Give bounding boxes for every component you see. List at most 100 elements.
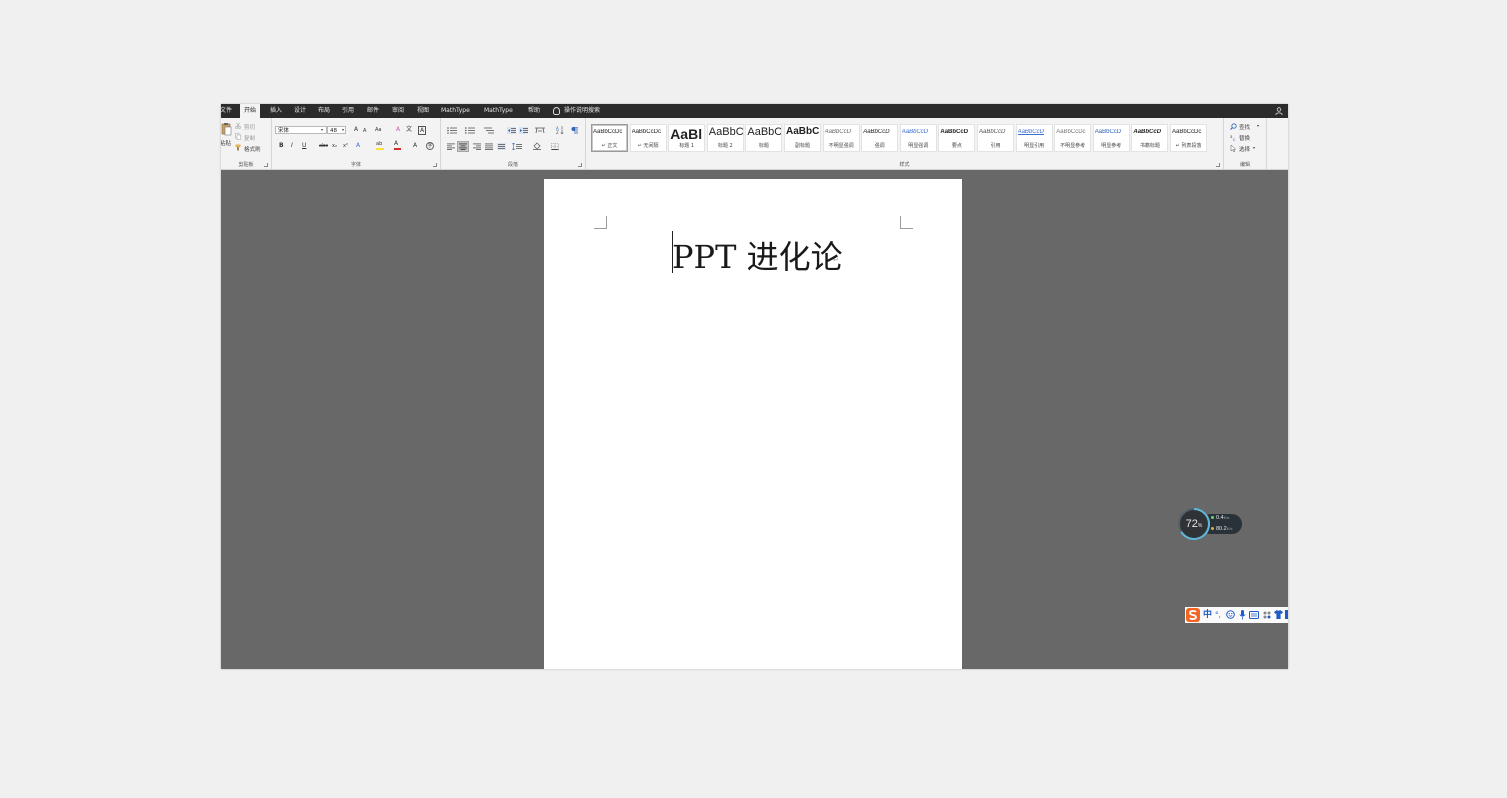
style-9[interactable]: AaBbCcD 要点	[938, 124, 976, 152]
style-0[interactable]: AaBbCcDc ↵ 正文	[591, 124, 628, 152]
styles-launcher[interactable]	[1216, 163, 1220, 167]
superscript-button[interactable]: x²	[343, 142, 348, 150]
select-dropdown-icon[interactable]: ▾	[1253, 145, 1255, 150]
tell-me-search[interactable]: 操作说明搜索	[553, 104, 600, 118]
line-spacing-icon[interactable]	[512, 143, 522, 150]
shading-icon[interactable]	[533, 142, 541, 150]
underline-button[interactable]: U	[302, 142, 306, 150]
increase-indent-icon[interactable]	[519, 127, 528, 134]
replace-button[interactable]: ac 替换	[1230, 133, 1264, 142]
grow-font-button[interactable]: A	[354, 126, 358, 134]
align-center-button[interactable]	[457, 141, 469, 152]
tab-review[interactable]: 审阅	[392, 104, 404, 118]
paragraph-launcher[interactable]	[578, 163, 582, 167]
align-left-icon[interactable]	[447, 143, 455, 150]
subscript-button[interactable]: x₂	[332, 142, 337, 150]
skin-shirt-icon[interactable]	[1274, 610, 1283, 619]
bullets-icon[interactable]	[447, 127, 457, 134]
style-6[interactable]: AaBbCcD 不明显强调	[822, 124, 860, 152]
sort-icon[interactable]: AZ	[556, 126, 564, 134]
enclose-char-button[interactable]: 字	[426, 142, 434, 150]
tab-help[interactable]: 帮助	[528, 104, 540, 118]
char-border-button[interactable]: A	[418, 126, 427, 135]
find-label: 查找	[1239, 125, 1251, 131]
highlight-label: ab	[376, 141, 383, 147]
change-case-button[interactable]: Aa	[375, 126, 381, 134]
emoji-icon[interactable]	[1226, 610, 1235, 619]
italic-button[interactable]: I	[291, 142, 293, 150]
clipboard-launcher[interactable]	[264, 163, 268, 167]
style-name: 不明显参考	[1060, 143, 1086, 149]
style-preview: AaBl	[670, 126, 703, 142]
tab-references[interactable]: 引用	[342, 104, 354, 118]
tab-file[interactable]: 文件	[221, 104, 232, 118]
borders-icon[interactable]	[551, 143, 559, 150]
group-editing: 查找 ▾ ac 替换 选择 ▾ 编辑	[1224, 118, 1267, 169]
numbering-icon[interactable]	[465, 127, 475, 134]
bold-button[interactable]: B	[279, 142, 284, 150]
download-value: 80.2	[1216, 526, 1227, 532]
text-effects-button[interactable]: A	[356, 142, 360, 150]
font-name-dropdown[interactable]: ▾	[321, 126, 323, 134]
tab-layout[interactable]: 布局	[318, 104, 330, 118]
select-button[interactable]: 选择 ▾	[1230, 144, 1264, 153]
style-5[interactable]: AaBbC 副标题	[784, 124, 821, 152]
upload-rate: 0.4K/s	[1211, 515, 1229, 521]
font-size-dropdown[interactable]: ▾	[342, 126, 344, 134]
decrease-indent-icon[interactable]	[507, 127, 516, 134]
style-1[interactable]: AaBbCcDc ↵ 无间隔	[629, 124, 667, 152]
microphone-icon[interactable]	[1239, 610, 1246, 620]
style-2[interactable]: AaBl 标题 1	[668, 124, 706, 152]
shrink-font-button[interactable]: A	[363, 127, 366, 135]
font-color-button[interactable]: A	[394, 140, 401, 150]
tab-home[interactable]: 开始	[240, 104, 261, 118]
justify-icon[interactable]	[485, 143, 493, 150]
style-7[interactable]: AaBbCcD 强调	[861, 124, 899, 152]
style-3[interactable]: AaBbC 标题 2	[706, 124, 744, 152]
find-button[interactable]: 查找 ▾	[1230, 122, 1264, 131]
chinese-layout-icon[interactable]	[535, 127, 545, 134]
tab-mathtype-1[interactable]: MathType	[441, 104, 470, 118]
tab-mathtype-2[interactable]: MathType	[484, 104, 513, 118]
multilevel-list-icon[interactable]	[484, 127, 494, 134]
more-icon[interactable]	[1285, 610, 1288, 619]
highlight-button[interactable]: ab	[376, 140, 384, 150]
clear-format-button[interactable]: A	[396, 126, 400, 134]
font-name-box[interactable]: 宋体	[275, 126, 327, 134]
tab-insert[interactable]: 插入	[270, 104, 282, 118]
style-4[interactable]: AaBbC 标题	[745, 124, 783, 152]
style-14[interactable]: AaBbCcD 书籍标题	[1131, 124, 1169, 152]
style-preview: AaBbCcD	[901, 129, 929, 135]
tab-design[interactable]: 设计	[294, 104, 306, 118]
strikethrough-button[interactable]: abc	[319, 142, 328, 150]
document-title-text[interactable]: PPT 进化论	[672, 232, 843, 278]
show-marks-icon[interactable]	[571, 127, 578, 134]
style-11[interactable]: AaBbCcD 明显引用	[1015, 124, 1053, 152]
cut-button[interactable]: 剪切	[235, 122, 267, 131]
copy-button[interactable]: 复制	[235, 133, 267, 142]
align-right-icon[interactable]	[473, 143, 481, 150]
toolbox-icon[interactable]	[1262, 610, 1272, 620]
tab-view[interactable]: 视图	[417, 104, 429, 118]
document-page[interactable]: PPT 进化论 ↵	[544, 179, 962, 669]
user-icon[interactable]	[1275, 107, 1283, 115]
char-shading-button[interactable]: A	[413, 142, 417, 150]
ime-punctuation[interactable]: °,	[1215, 609, 1221, 621]
paste-button[interactable]: 粘贴	[221, 122, 233, 148]
style-preview: AaBbCcD	[1133, 129, 1162, 135]
sogou-logo-icon[interactable]	[1186, 608, 1200, 622]
find-dropdown-icon[interactable]: ▾	[1257, 123, 1259, 128]
phonetic-guide-button[interactable]: 文	[406, 126, 412, 134]
net-speed-widget[interactable]: 72% 0.4K/s 80.2K/s	[1178, 508, 1242, 540]
font-launcher[interactable]	[433, 163, 437, 167]
style-8[interactable]: AaBbCcD 明显强调	[899, 124, 937, 152]
style-12[interactable]: AaBbCcDc 不明显参考	[1054, 124, 1092, 152]
style-13[interactable]: AaBbCcD 明显参考	[1092, 124, 1130, 152]
tab-mailings[interactable]: 邮件	[367, 104, 379, 118]
format-painter-button[interactable]: 格式刷	[235, 144, 269, 153]
style-10[interactable]: AaBbCcD 引用	[977, 124, 1014, 152]
keyboard-icon[interactable]	[1249, 611, 1259, 619]
style-15[interactable]: AaBbCcDc ↵ 列表段落	[1170, 124, 1207, 152]
distributed-icon[interactable]	[497, 143, 506, 150]
ime-mode-chinese[interactable]: 中	[1203, 609, 1212, 621]
